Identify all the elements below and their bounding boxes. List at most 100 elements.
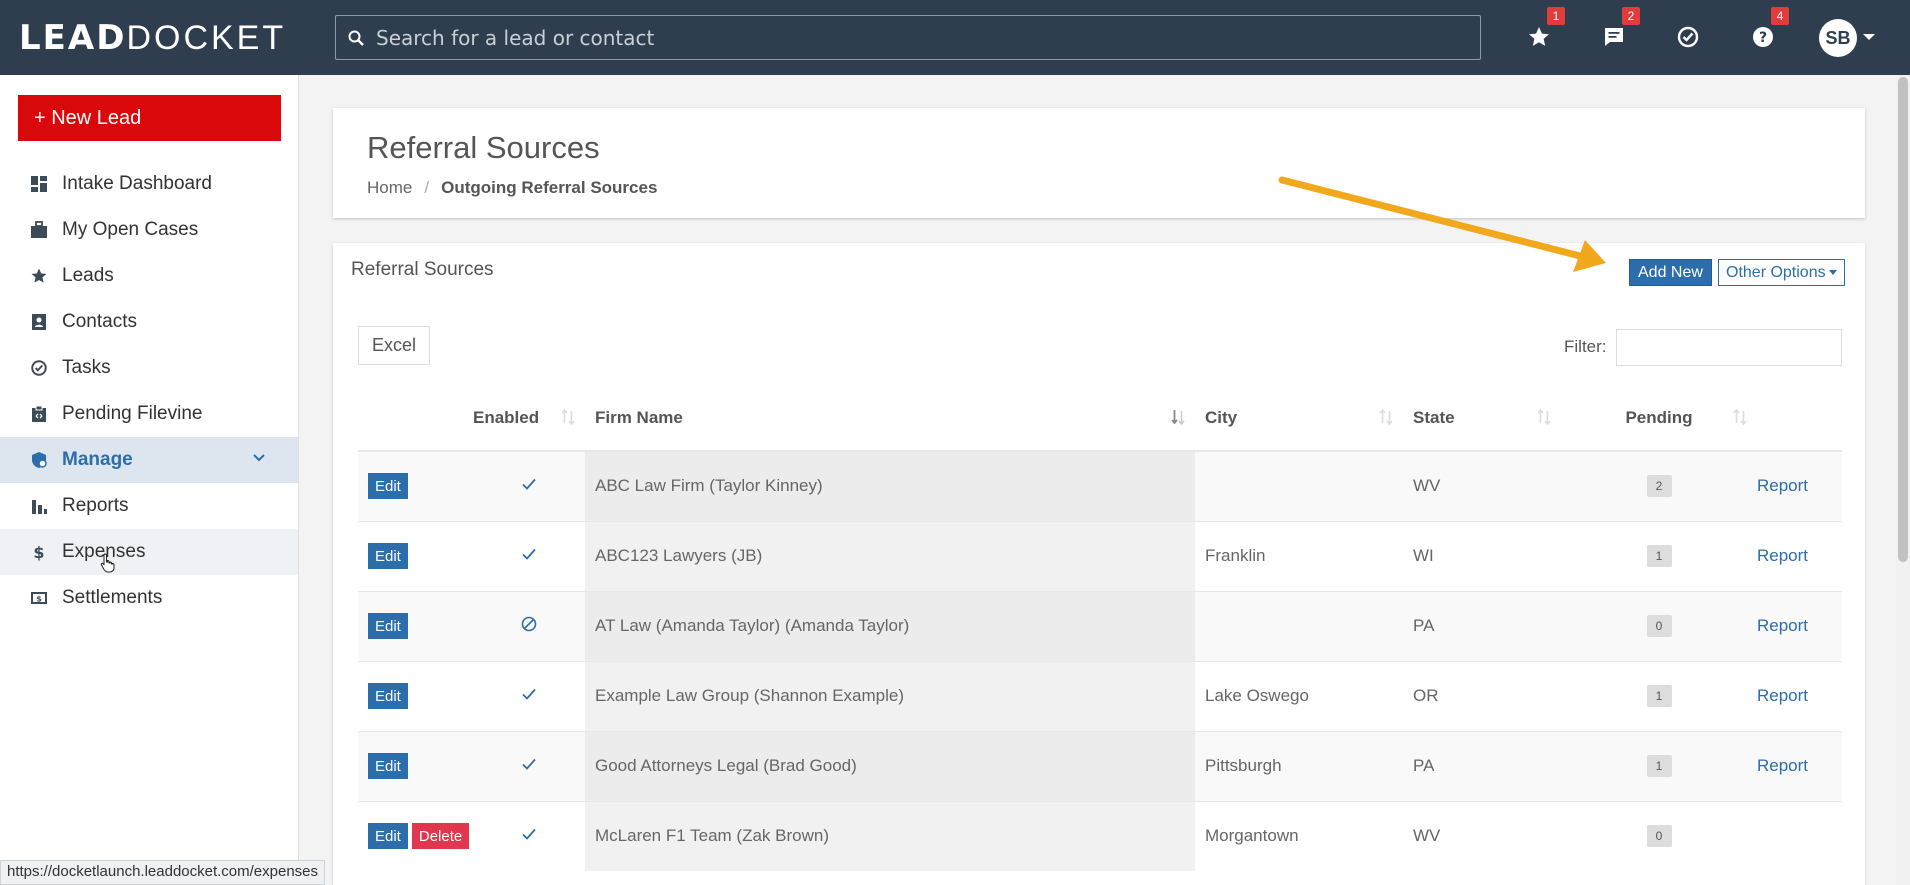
firm-name-cell: ABC Law Firm (Taylor Kinney)	[585, 450, 1195, 521]
column-header-label: State	[1413, 407, 1455, 427]
breadcrumb-home-link[interactable]: Home	[367, 178, 412, 197]
row-actions: Edit	[358, 590, 473, 661]
sidebar-item-pending-filevine[interactable]: Pending Filevine	[0, 391, 298, 437]
row-actions: Edit Delete	[358, 800, 473, 871]
column-header-city[interactable]: City	[1195, 385, 1403, 452]
sidebar-item-leads[interactable]: Leads	[0, 253, 298, 299]
column-header-pending[interactable]: Pending	[1561, 385, 1757, 452]
sidebar-item-manage[interactable]: Manage	[0, 437, 298, 483]
check-icon	[521, 827, 537, 846]
city-cell: Morgantown	[1195, 800, 1403, 871]
user-avatar[interactable]: SB	[1819, 19, 1857, 57]
report-link[interactable]: Report	[1757, 476, 1808, 495]
referral-sources-panel: Referral Sources Add New Other Options E…	[333, 243, 1865, 885]
chevron-down-icon[interactable]	[1863, 34, 1875, 40]
column-header-enabled[interactable]: Enabled	[473, 385, 585, 452]
table-row: Edit ABC Law Firm (Taylor Kinney) WV 2 Repor…	[358, 450, 1842, 521]
pending-badge: 2	[1646, 475, 1672, 498]
firm-name-cell: ABC123 Lawyers (JB)	[585, 520, 1195, 591]
sort-icon[interactable]	[1733, 409, 1747, 425]
favorites-button[interactable]: 1	[1521, 7, 1565, 55]
pending-cell: 1	[1561, 520, 1757, 591]
city-cell: Franklin	[1195, 520, 1403, 591]
state-cell: PA	[1403, 730, 1561, 801]
other-options-label: Other Options	[1726, 263, 1826, 281]
help-icon: ?	[1753, 27, 1773, 47]
contacts-icon	[28, 311, 50, 333]
pending-cell: 2	[1561, 450, 1757, 521]
sort-icon[interactable]	[561, 409, 575, 425]
edit-button[interactable]: Edit	[368, 613, 408, 639]
sidebar-item-contacts[interactable]: Contacts	[0, 299, 298, 345]
enabled-cell	[473, 730, 585, 801]
star-icon	[28, 265, 50, 287]
report-link[interactable]: Report	[1757, 546, 1808, 565]
other-options-dropdown[interactable]: Other Options	[1718, 259, 1845, 286]
table-row: Edit AT Law (Amanda Taylor) (Amanda Taylo…	[358, 590, 1842, 661]
money-icon: $	[28, 587, 50, 609]
notification-badge: 4	[1771, 7, 1789, 25]
add-new-button[interactable]: Add New	[1629, 259, 1712, 286]
column-header-label: City	[1205, 407, 1238, 427]
report-link[interactable]: Report	[1757, 756, 1808, 775]
edit-button[interactable]: Edit	[368, 823, 408, 850]
svg-text:?: ?	[1759, 30, 1767, 46]
search-box[interactable]	[335, 15, 1481, 60]
table-row: Edit ABC123 Lawyers (JB) Franklin WI 1 Report	[358, 520, 1842, 591]
pending-badge: 1	[1646, 545, 1672, 567]
sidebar-item-reports[interactable]: Reports	[0, 483, 298, 529]
briefcase-icon	[28, 219, 50, 241]
table-body: Edit ABC Law Firm (Taylor Kinney) WV 2 Repor…	[358, 450, 1842, 871]
report-link[interactable]: Report	[1757, 616, 1808, 635]
page-scrollbar[interactable]	[1896, 75, 1910, 885]
filter-input[interactable]	[1616, 329, 1842, 366]
breadcrumb-current: Outgoing Referral Sources	[441, 178, 658, 197]
firm-name-cell: McLaren F1 Team (Zak Brown)	[585, 800, 1195, 871]
excel-export-button[interactable]: Excel	[358, 326, 431, 365]
svg-text:$: $	[33, 543, 44, 561]
sort-ascending-icon[interactable]	[1171, 409, 1185, 425]
disabled-icon	[521, 616, 537, 636]
messages-button[interactable]: 2	[1596, 7, 1640, 55]
state-cell: WI	[1403, 520, 1561, 591]
sidebar-item-tasks[interactable]: Tasks	[0, 345, 298, 391]
sort-icon[interactable]	[1379, 409, 1393, 425]
actions-column-header	[358, 385, 473, 452]
delete-button[interactable]: Delete	[411, 823, 470, 850]
search-input[interactable]	[376, 16, 1466, 59]
scrollbar-thumb[interactable]	[1898, 77, 1908, 562]
column-header-firm-name[interactable]: Firm Name	[585, 385, 1195, 452]
enabled-cell	[473, 660, 585, 731]
check-icon	[521, 757, 537, 776]
sidebar-item-my-open-cases[interactable]: My Open Cases	[0, 207, 298, 253]
row-actions: Edit	[358, 450, 473, 521]
report-cell: Report	[1757, 590, 1842, 661]
logo-docket-text: DOCKET	[126, 19, 287, 57]
edit-button[interactable]: Edit	[368, 543, 408, 569]
star-icon	[1529, 27, 1549, 46]
sort-icon[interactable]	[1537, 409, 1551, 425]
sidebar-item-intake-dashboard[interactable]: Intake Dashboard	[0, 161, 298, 207]
sidebar-item-settlements[interactable]: $ Settlements	[0, 575, 298, 621]
report-cell: Report	[1757, 660, 1842, 731]
new-lead-button[interactable]: + New Lead	[18, 95, 281, 141]
panel-title: Referral Sources	[351, 259, 494, 280]
edit-button[interactable]: Edit	[368, 683, 408, 709]
report-cell: Report	[1757, 450, 1842, 521]
row-actions: Edit	[358, 520, 473, 591]
city-cell: Lake Oswego	[1195, 660, 1403, 731]
edit-button[interactable]: Edit	[368, 473, 408, 500]
sidebar-item-expenses[interactable]: $ Expenses	[0, 529, 298, 575]
chevron-down-icon[interactable]	[252, 451, 266, 465]
state-cell: OR	[1403, 660, 1561, 731]
tasks-button[interactable]	[1670, 19, 1706, 55]
leaddocket-logo[interactable]: LEADDOCKET	[19, 19, 286, 57]
sidebar-item-label: My Open Cases	[62, 219, 199, 240]
row-actions: Edit	[358, 730, 473, 801]
column-header-state[interactable]: State	[1403, 385, 1561, 452]
edit-button[interactable]: Edit	[368, 753, 408, 779]
help-button[interactable]: ? 4	[1745, 7, 1789, 55]
chat-icon	[1605, 28, 1623, 46]
report-link[interactable]: Report	[1757, 686, 1808, 705]
state-cell: WV	[1403, 800, 1561, 871]
